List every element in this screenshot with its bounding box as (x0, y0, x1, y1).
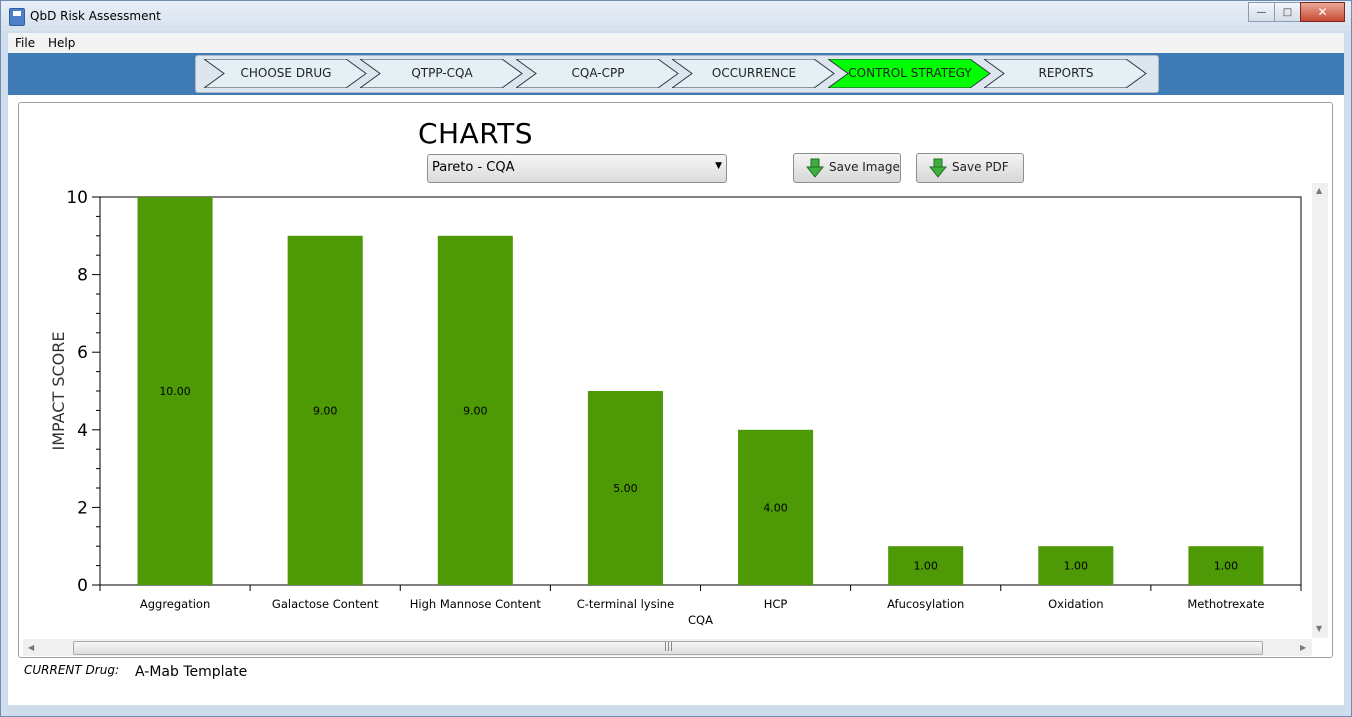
x-tick-label: Afucosylation (887, 597, 964, 611)
x-tick-label: C-terminal lysine (577, 597, 674, 611)
window-controls: — □ ✕ (1248, 2, 1345, 22)
vertical-scrollbar[interactable]: ▲ ▼ (1312, 183, 1328, 638)
download-arrow-icon (929, 158, 947, 178)
x-tick-label: Oxidation (1048, 597, 1103, 611)
chart-type-select[interactable]: Pareto - CQA ▼ (427, 154, 727, 183)
menu-help[interactable]: Help (48, 36, 75, 50)
x-tick-label: Methotrexate (1187, 597, 1264, 611)
save-pdf-label: Save PDF (952, 160, 1009, 174)
y-tick-label: 10 (66, 188, 88, 208)
wizard-step-control-strategy[interactable]: CONTROL STRATEGY (828, 59, 992, 88)
bar-data-label: 9.00 (313, 404, 338, 417)
x-tick-label: Galactose Content (272, 597, 379, 611)
y-tick-label: 6 (77, 343, 88, 363)
horizontal-scroll-thumb[interactable]: ||| (73, 641, 1263, 655)
app-window: QbD Risk Assessment — □ ✕ File Help CHOO… (0, 0, 1352, 717)
download-arrow-icon (806, 158, 824, 178)
scroll-left-icon[interactable]: ◀ (28, 643, 34, 652)
wizard-step-label: OCCURRENCE (711, 66, 797, 80)
app-icon (9, 8, 25, 26)
x-tick-label: HCP (764, 597, 788, 611)
close-icon: ✕ (1317, 5, 1328, 19)
wizard-step-label: CHOOSE DRUG (240, 66, 332, 80)
wizard-step-choose-drug[interactable]: CHOOSE DRUG (204, 59, 368, 88)
wizard-step-label: QTPP-CQA (411, 66, 473, 80)
wizard-step-qtpp-cqa[interactable]: QTPP-CQA (360, 59, 524, 88)
bar-data-label: 9.00 (463, 404, 488, 417)
scroll-up-icon[interactable]: ▲ (1316, 186, 1322, 195)
maximize-icon: □ (1282, 6, 1293, 18)
scroll-down-icon[interactable]: ▼ (1316, 624, 1322, 633)
wizard-step-cqa-cpp[interactable]: CQA-CPP (516, 59, 680, 88)
chevron-down-icon: ▼ (715, 161, 722, 171)
grip-icon: ||| (664, 642, 674, 652)
save-image-label: Save Image (829, 160, 900, 174)
bar-data-label: 5.00 (613, 482, 638, 495)
wizard-step-label: CONTROL STRATEGY (848, 66, 972, 80)
current-drug-value: A-Mab Template (135, 664, 248, 680)
minimize-button[interactable]: — (1248, 2, 1275, 22)
horizontal-scrollbar[interactable]: ◀ ||| ▶ (23, 639, 1312, 656)
bar-data-label: 10.00 (159, 385, 191, 398)
menu-bar: File Help (8, 33, 1344, 53)
x-tick-label: High Mannose Content (410, 597, 542, 611)
save-image-button[interactable]: Save Image (793, 153, 901, 183)
wizard-step-occurrence[interactable]: OCCURRENCE (672, 59, 836, 88)
y-tick-label: 0 (77, 576, 88, 596)
wizard-step-reports[interactable]: REPORTS (984, 59, 1148, 88)
bar-data-label: 1.00 (913, 560, 938, 573)
bar-data-label: 1.00 (1214, 560, 1239, 573)
title-bar: QbD Risk Assessment — □ ✕ (1, 1, 1351, 31)
scroll-right-icon[interactable]: ▶ (1300, 643, 1306, 652)
page-title: CHARTS (418, 117, 534, 150)
y-tick-label: 4 (77, 421, 88, 441)
menu-file[interactable]: File (15, 36, 35, 50)
plot-area (99, 196, 1302, 586)
y-tick-label: 2 (77, 498, 88, 518)
wizard-step-label: CQA-CPP (571, 66, 625, 80)
bar-data-label: 4.00 (763, 501, 788, 514)
minimize-icon: — (1256, 6, 1267, 18)
x-axis-label: CQA (688, 613, 713, 627)
maximize-button[interactable]: □ (1274, 2, 1301, 22)
x-tick-label: Aggregation (140, 597, 210, 611)
wizard-step-label: REPORTS (1038, 66, 1094, 80)
pareto-chart: 0 2 4 6 8 10 IMPACT SCORE 10.00 Aggregation 9.00 G… (49, 188, 1302, 627)
close-button[interactable]: ✕ (1300, 2, 1345, 22)
chart-type-value: Pareto - CQA (432, 160, 515, 175)
y-axis-label: IMPACT SCORE (49, 332, 68, 451)
y-tick-label: 8 (77, 266, 88, 286)
wizard-steps: CHOOSE DRUG QTPP-CQA CQA-CPP OCCURRENCE CONT… (195, 55, 1159, 93)
current-drug-label: CURRENT Drug: (24, 663, 119, 677)
bar-data-label: 1.00 (1064, 560, 1089, 573)
save-pdf-button[interactable]: Save PDF (916, 153, 1024, 183)
window-title: QbD Risk Assessment (30, 9, 161, 23)
